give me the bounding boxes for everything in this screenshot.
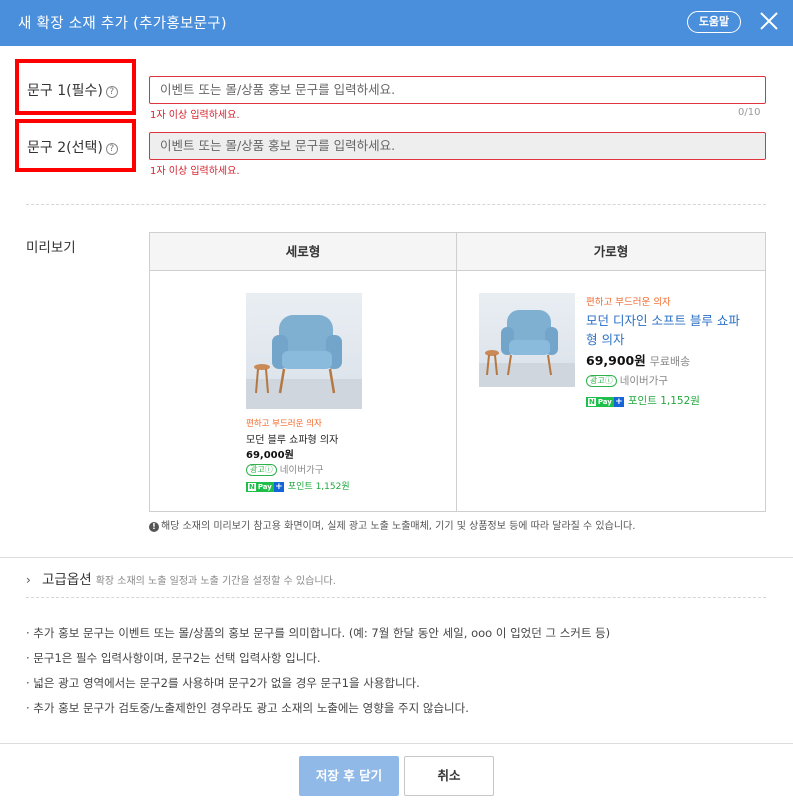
info-item: · 추가 홍보 문구가 검토중/노출제한인 경우라도 광고 소재의 노출에는 영…: [26, 701, 469, 715]
promo-text-vertical: 편하고 부드러운 의자: [246, 419, 322, 429]
add-extension-dialog: 새 확장 소재 추가 (추가홍보문구) 도움말 문구 1(필수)? 이벤트 또는…: [0, 0, 793, 806]
text1-placeholder: 이벤트 또는 몰/상품 홍보 문구를 입력하세요.: [160, 82, 396, 97]
column-divider: [456, 233, 457, 511]
info-item: · 추가 홍보 문구는 이벤트 또는 몰/상품의 홍보 문구를 의미합니다. (…: [26, 626, 611, 640]
product-price-vertical: 69,000원: [246, 450, 294, 461]
preview-label: 미리보기: [26, 240, 76, 256]
promo-text-horizontal: 편하고 부드러운 의자: [586, 297, 671, 308]
plus-icon: +: [273, 482, 284, 492]
dialog-header: 새 확장 소재 추가 (추가홍보문구) 도움말: [0, 0, 793, 46]
point-text: 포인트 1,152원: [287, 482, 350, 492]
text1-error: 1자 이상 입력하세요.: [150, 110, 240, 121]
help-question-icon[interactable]: ?: [105, 86, 118, 98]
advanced-options-description: 확장 소재의 노출 일정과 노출 기간을 설정할 수 있습니다.: [95, 576, 336, 587]
text1-char-counter: 0/10: [738, 107, 761, 118]
close-icon[interactable]: [757, 9, 781, 33]
text2-placeholder: 이벤트 또는 몰/상품 홍보 문구를 입력하세요.: [160, 138, 396, 153]
ad-row-vertical: 광고ⓘ 네이버가구: [246, 462, 323, 476]
cancel-button[interactable]: 취소: [404, 756, 494, 796]
text1-label: 문구 1(필수)?: [27, 80, 118, 100]
info-list: · 추가 홍보 문구는 이벤트 또는 몰/상품의 홍보 문구를 의미합니다. (…: [26, 626, 610, 726]
ad-badge: 광고ⓘ: [586, 375, 617, 387]
pay-row-vertical: N Pay + 포인트 1,152원: [246, 479, 350, 492]
seller-name: 네이버가구: [279, 465, 324, 476]
ad-row-horizontal: 광고ⓘ 네이버가구: [586, 373, 668, 388]
text2-input[interactable]: 이벤트 또는 몰/상품 홍보 문구를 입력하세요.: [149, 132, 766, 160]
section-divider: [26, 597, 766, 598]
text2-label-text: 문구 2(선택): [27, 140, 103, 156]
product-name-vertical: 모던 블루 쇼파형 의자: [246, 435, 339, 446]
footer-divider: [0, 743, 793, 744]
text2-error: 1자 이상 입력하세요.: [150, 166, 240, 177]
text1-input[interactable]: 이벤트 또는 몰/상품 홍보 문구를 입력하세요.: [149, 76, 766, 104]
tab-vertical: 세로형: [285, 244, 321, 259]
pay-row-horizontal: N Pay + 포인트 1,152원: [586, 393, 700, 408]
help-question-icon[interactable]: ?: [105, 143, 118, 155]
shipping-text: 무료배송: [649, 355, 691, 368]
divider: [0, 557, 793, 558]
chair-image: [246, 315, 362, 409]
dialog-title: 새 확장 소재 추가 (추가홍보문구): [18, 16, 227, 32]
product-image-horizontal: [479, 293, 575, 387]
product-name-horizontal-line1: 모던 디자인 소프트 블루 쇼파: [586, 313, 740, 328]
preview-notice: ! 해당 소재의 미리보기 참고용 화면이며, 실제 광고 노출 노출매체, 기기…: [149, 517, 635, 532]
npay-icon: N Pay: [246, 482, 274, 492]
product-price-horizontal: 69,900원 무료배송: [586, 350, 690, 369]
preview-table-header: 세로형 가로형: [150, 233, 765, 271]
price-value: 69,900원: [586, 353, 646, 368]
preview-table: 세로형 가로형 편하고 부드러운 의자 모던 블루 쇼파형 의자 69,000원: [149, 232, 766, 512]
save-and-close-button[interactable]: 저장 후 닫기: [299, 756, 399, 796]
plus-icon: +: [613, 397, 624, 407]
text1-label-text: 문구 1(필수): [27, 83, 103, 99]
advanced-options-title: 고급옵션: [42, 572, 92, 588]
notice-text: 해당 소재의 미리보기 참고용 화면이며, 실제 광고 노출 노출매체, 기기 …: [161, 521, 636, 532]
tab-horizontal: 가로형: [593, 244, 629, 259]
help-button[interactable]: 도움말: [687, 11, 741, 33]
product-name-horizontal-line2: 형 의자: [586, 332, 625, 347]
ad-badge: 광고ⓘ: [246, 464, 277, 476]
product-image-vertical: [246, 293, 362, 409]
text2-label: 문구 2(선택)?: [27, 137, 118, 157]
chair-image: [479, 310, 575, 387]
advanced-options-toggle[interactable]: › 고급옵션 확장 소재의 노출 일정과 노출 기간을 설정할 수 있습니다.: [26, 568, 336, 588]
chevron-right-icon: ›: [26, 573, 31, 587]
info-icon: !: [149, 522, 159, 532]
info-item: · 문구1은 필수 입력사항이며, 문구2는 선택 입력사항 입니다.: [26, 651, 321, 665]
seller-name: 네이버가구: [619, 375, 669, 387]
section-divider: [26, 204, 766, 205]
point-text: 포인트 1,152원: [627, 395, 700, 407]
npay-icon: N Pay: [586, 397, 614, 407]
info-item: · 넓은 광고 영역에서는 문구2를 사용하며 문구2가 없을 경우 문구1을 …: [26, 676, 420, 690]
